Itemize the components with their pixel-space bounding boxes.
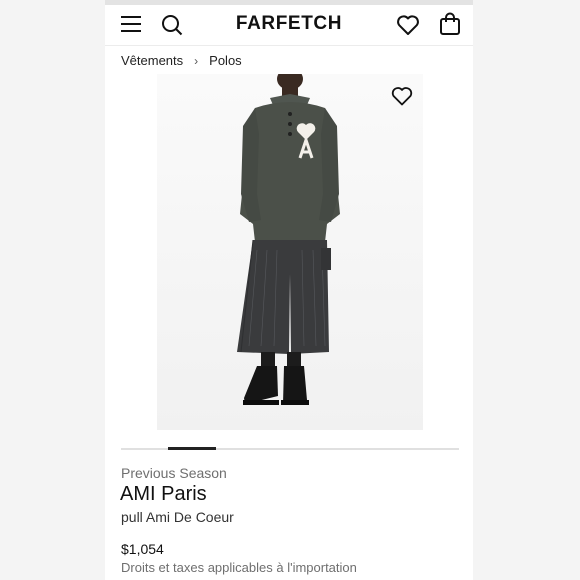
wishlist-heart-icon[interactable] [391, 86, 413, 106]
product-name: pull Ami De Coeur [121, 509, 234, 525]
gallery-progress-track [121, 447, 459, 450]
model-photo [237, 74, 340, 405]
left-background [0, 0, 105, 580]
product-brand[interactable]: AMI Paris [120, 483, 207, 506]
breadcrumb-item-vetements[interactable]: Vêtements [121, 53, 183, 68]
shopping-bag-icon[interactable] [439, 12, 461, 36]
heart-icon[interactable] [396, 14, 420, 36]
breadcrumb-separator: › [194, 53, 199, 68]
season-label: Previous Season [121, 465, 227, 481]
duties-note: Droits et taxes applicables à l'importat… [121, 560, 357, 575]
gallery-progress-indicator [168, 447, 216, 450]
breadcrumb-item-polos[interactable]: Polos [209, 53, 242, 68]
farfetch-logo[interactable]: FARFETCH [225, 13, 353, 35]
right-background [473, 0, 580, 580]
menu-icon[interactable] [121, 15, 141, 33]
search-icon[interactable] [161, 14, 183, 36]
breadcrumb: Vêtements › Polos [121, 53, 242, 68]
app-header: FARFETCH [105, 5, 473, 46]
product-image[interactable] [157, 74, 423, 430]
product-price: $1,054 [121, 541, 164, 557]
